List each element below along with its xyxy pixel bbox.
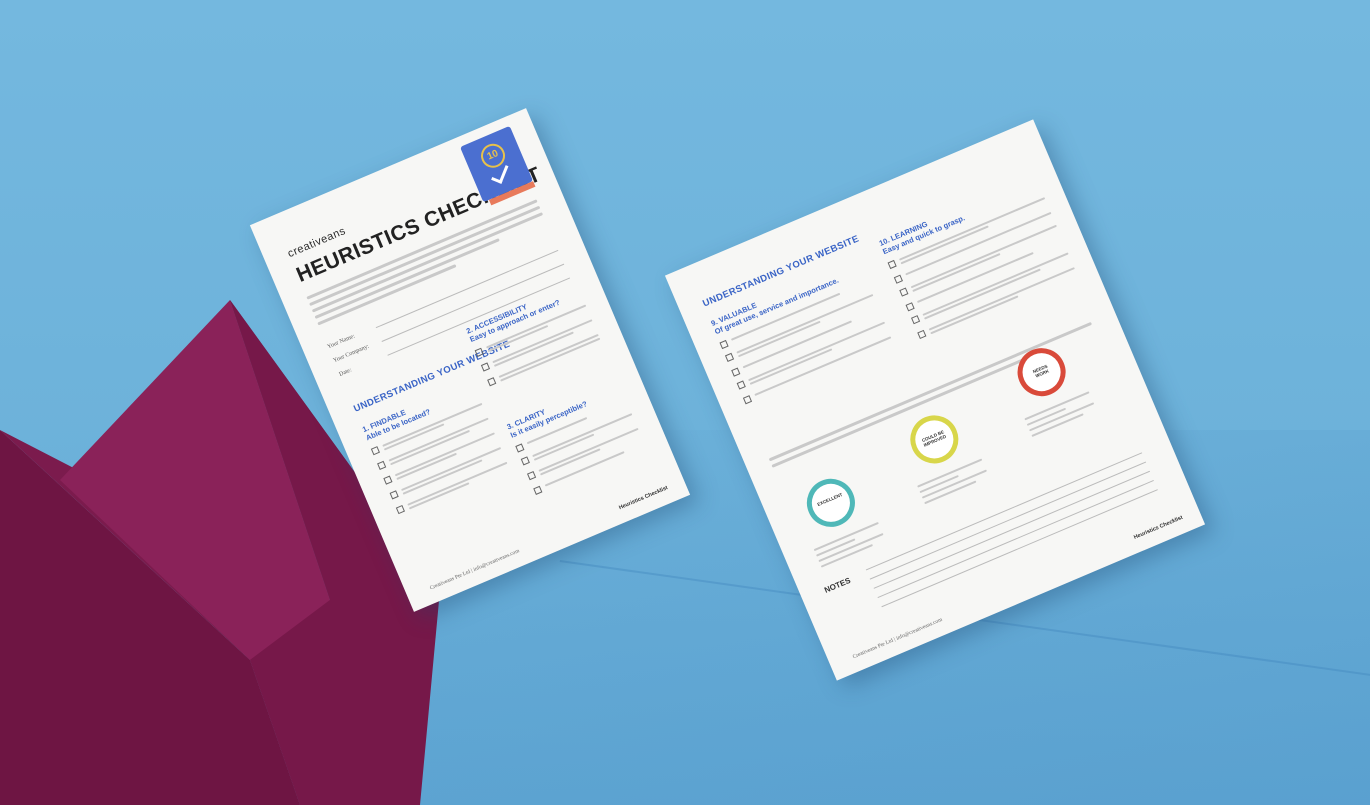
checkbox-icon	[719, 339, 729, 350]
checkbox-icon	[736, 380, 746, 390]
checkbox-icon	[487, 377, 497, 387]
checkbox-icon	[887, 259, 897, 270]
checkbox-icon	[526, 471, 537, 481]
checkbox-icon	[480, 362, 491, 372]
notes-label: NOTES	[823, 575, 852, 595]
checkbox-icon	[742, 395, 753, 405]
checkbox-icon	[899, 287, 909, 297]
checkbox-icon	[377, 460, 387, 470]
valuable-items	[719, 279, 895, 410]
rating-ring-improved: COULD BE IMPROVED	[902, 407, 966, 471]
checkbox-icon	[520, 456, 530, 466]
checkbox-icon	[905, 302, 915, 312]
checkbox-icon	[383, 475, 393, 485]
checkbox-icon	[893, 274, 903, 284]
rating-ring-excellent: EXCELLENT	[799, 471, 863, 535]
checkbox-icon	[910, 315, 921, 325]
learning-items	[887, 195, 1079, 346]
checkbox-icon	[731, 367, 741, 377]
checkbox-icon	[917, 329, 927, 340]
checkbox-icon	[474, 347, 484, 357]
checkbox-icon	[724, 352, 735, 362]
checkbox-icon	[395, 504, 406, 515]
checkbox-icon	[515, 443, 525, 453]
checkbox-icon	[533, 485, 543, 495]
maroon-paper-shapes	[0, 300, 440, 805]
checkbox-icon	[389, 490, 399, 500]
checkbox-icon	[370, 446, 380, 456]
scene: creativeans HEURISTICS CHECKLIST 10 Your…	[0, 0, 1370, 805]
